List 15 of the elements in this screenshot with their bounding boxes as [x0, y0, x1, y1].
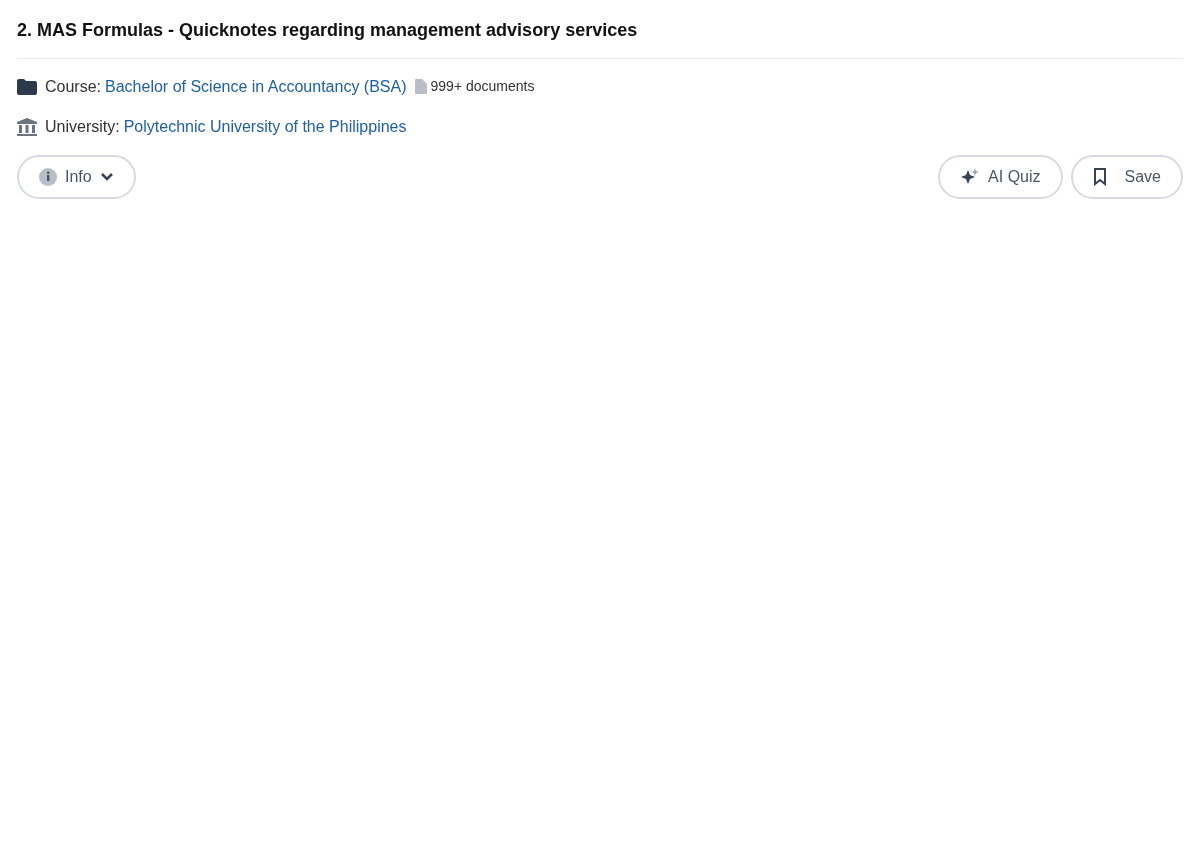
- folder-icon: [17, 78, 37, 95]
- bookmark-icon: [1092, 167, 1107, 186]
- course-link[interactable]: Bachelor of Science in Accountancy (BSA): [105, 74, 407, 99]
- document-title: 2. MAS Formulas - Quicknotes regarding management advisory services: [17, 16, 1183, 59]
- document-icon: [414, 79, 427, 95]
- info-icon: [39, 167, 57, 186]
- save-button[interactable]: Save: [1070, 154, 1183, 199]
- document-count: 999+ documents: [430, 77, 535, 97]
- info-dropdown-button[interactable]: Info: [17, 154, 136, 199]
- university-label: University:: [45, 116, 120, 137]
- course-label: Course:: [45, 76, 102, 97]
- chevron-down-icon: [99, 171, 114, 182]
- building-icon: [17, 117, 37, 136]
- ai-quiz-button[interactable]: AI Quiz: [938, 154, 1063, 199]
- university-link[interactable]: Polytechnic University of the Philippines: [123, 114, 407, 139]
